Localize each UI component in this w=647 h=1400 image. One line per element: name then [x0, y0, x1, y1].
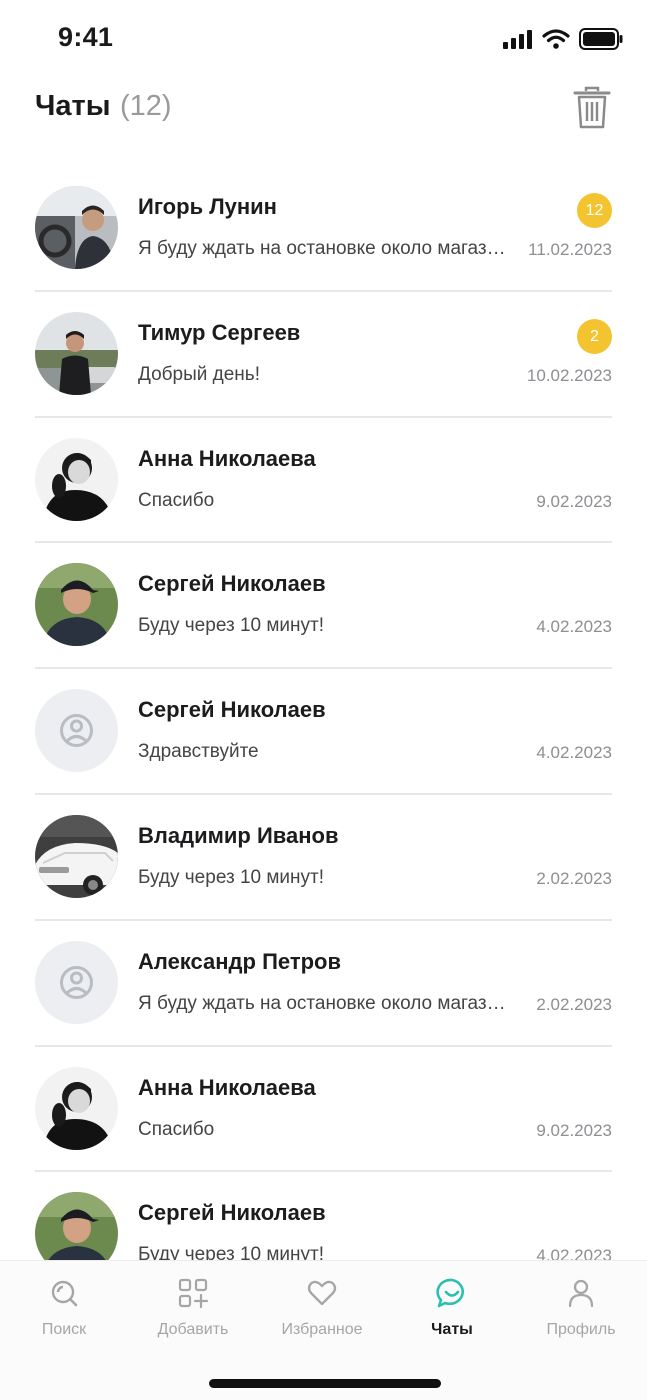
- page-title: Чаты: [35, 90, 111, 122]
- chat-name: Александр Петров: [138, 948, 342, 974]
- chat-list-item[interactable]: Игорь Лунин Я буду ждать на остановке ок…: [35, 166, 612, 292]
- wifi-icon: [542, 29, 570, 49]
- chat-date: 2.02.2023: [536, 994, 612, 1014]
- chat-name: Игорь Лунин: [138, 194, 277, 219]
- placeholder-user-icon: [35, 689, 118, 773]
- chat-list-item[interactable]: Анна Николаева Спасибо 9.02.2023: [35, 1047, 612, 1173]
- avatar-placeholder: [35, 940, 118, 1024]
- chat-list-item[interactable]: Сергей Николаев Буду через 10 минут! 4.0…: [35, 543, 612, 670]
- chat-preview: Буду через 10 минут!: [138, 866, 325, 888]
- chat-date: 2.02.2023: [536, 868, 612, 888]
- tab-label: Избранное: [281, 1321, 363, 1338]
- avatar: [35, 1192, 118, 1260]
- home-indicator: [209, 1379, 441, 1388]
- chat-date: 4.02.2023: [536, 1246, 612, 1260]
- chat-name: Владимир Иванов: [138, 822, 339, 848]
- unread-badge: 2: [577, 318, 612, 354]
- avatar: [35, 437, 118, 521]
- signal-icon: [503, 30, 532, 49]
- avatar: [35, 1066, 118, 1150]
- tab-label: Профиль: [546, 1321, 616, 1338]
- delete-chats-button[interactable]: [573, 86, 611, 130]
- chat-preview: Я буду ждать на остановке около магазина: [138, 238, 516, 259]
- chat-list-item[interactable]: Александр Петров Я буду ждать на останов…: [35, 921, 612, 1047]
- chat-count: (12): [120, 90, 172, 122]
- chat-preview: Добрый день!: [138, 363, 260, 385]
- tab-favorites[interactable]: Избранное: [262, 1277, 382, 1341]
- chat-icon: [436, 1278, 464, 1308]
- chat-list-item[interactable]: Сергей Николаев Здравствуйте 4.02.2023: [35, 669, 612, 795]
- chat-date: 11.02.2023: [528, 240, 612, 259]
- heart-icon: [307, 1280, 337, 1306]
- chat-preview: Спасибо: [138, 489, 215, 511]
- avatar: [35, 311, 118, 395]
- avatar-placeholder: [35, 689, 118, 773]
- chat-list-item[interactable]: Анна Николаева Спасибо 9.02.2023: [35, 418, 612, 544]
- chat-date: 4.02.2023: [536, 743, 612, 763]
- chat-date: 4.02.2023: [536, 617, 612, 637]
- tab-add[interactable]: Добавить: [133, 1277, 253, 1341]
- header: Чаты (12): [0, 78, 647, 168]
- chat-date: 10.02.2023: [526, 365, 612, 385]
- tab-search[interactable]: Поиск: [4, 1277, 124, 1341]
- tab-chats[interactable]: Чаты: [392, 1277, 512, 1341]
- tab-profile[interactable]: Профиль: [521, 1277, 641, 1341]
- trash-icon: [573, 86, 611, 129]
- unread-badge: 12: [577, 193, 612, 228]
- chat-date: 9.02.2023: [536, 491, 612, 511]
- status-icons: [503, 28, 623, 50]
- chat-list-item[interactable]: Владимир Иванов Буду через 10 минут! 2.0…: [35, 795, 612, 921]
- chat-name: Анна Николаева: [138, 445, 316, 471]
- placeholder-user-icon: [35, 940, 118, 1024]
- chat-name: Сергей Николаев: [138, 571, 326, 597]
- search-icon: [51, 1280, 78, 1307]
- add-grid-icon: [178, 1278, 209, 1309]
- tab-label: Добавить: [157, 1321, 229, 1338]
- chat-list-item[interactable]: Сергей Николаев Буду через 10 минут! 4.0…: [35, 1172, 612, 1260]
- avatar: [35, 563, 118, 647]
- chat-name: Сергей Николаев: [138, 1200, 326, 1226]
- status-bar: 9:41: [0, 0, 647, 78]
- tab-label: Поиск: [41, 1321, 87, 1338]
- chat-date: 9.02.2023: [536, 1120, 612, 1140]
- chat-name: Тимур Сергеев: [138, 319, 301, 345]
- chat-preview: Я буду ждать на остановке около магазина: [138, 992, 516, 1014]
- chat-preview: Спасибо: [138, 1118, 215, 1140]
- chat-preview: Здравствуйте: [138, 741, 259, 763]
- chat-name: Анна Николаева: [138, 1074, 316, 1100]
- battery-icon: [579, 28, 623, 50]
- tab-label: Чаты: [431, 1321, 473, 1338]
- chat-list: Игорь Лунин Я буду ждать на остановке ок…: [0, 166, 647, 1260]
- chat-preview: Буду через 10 минут!: [138, 1244, 325, 1260]
- tab-bar: Поиск Добавить Избранное Чаты Профиль: [0, 1260, 647, 1400]
- chat-preview: Буду через 10 минут!: [138, 615, 325, 637]
- chat-list-item[interactable]: Тимур Сергеев Добрый день! 10.02.2023 2: [35, 292, 612, 418]
- status-time: 9:41: [58, 22, 114, 52]
- avatar: [35, 186, 118, 269]
- chat-name: Сергей Николаев: [138, 697, 326, 723]
- avatar: [35, 814, 118, 898]
- profile-icon: [568, 1279, 594, 1308]
